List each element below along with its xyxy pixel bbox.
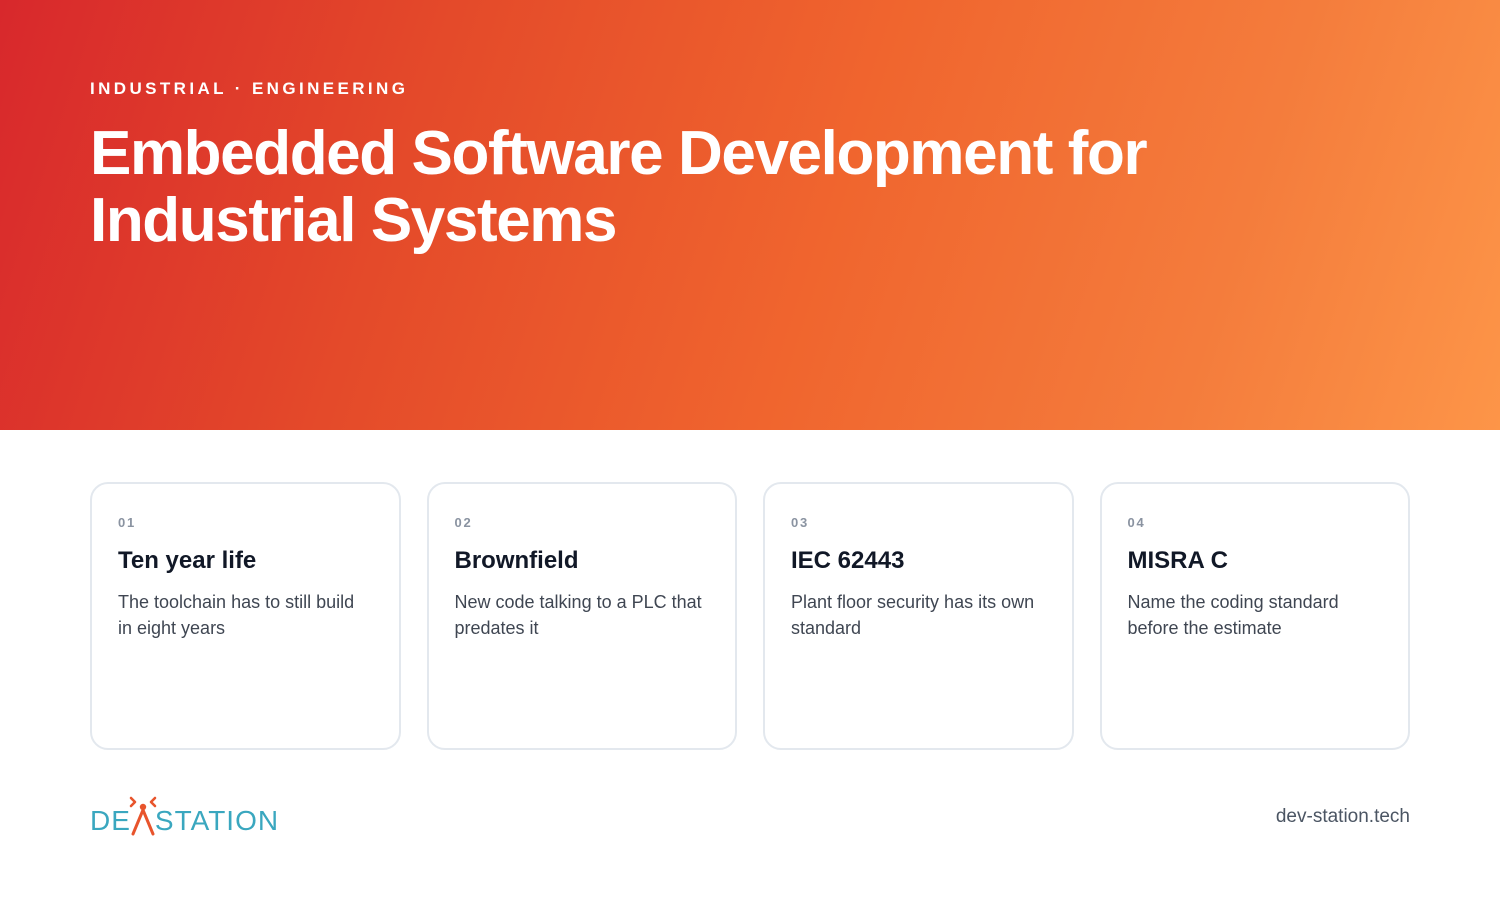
feature-card: 01 Ten year life The toolchain has to st… [90, 482, 401, 750]
card-number: 03 [791, 515, 810, 530]
page: INDUSTRIAL · ENGINEERING Embedded Softwa… [0, 0, 1500, 900]
logo-text-left: DE [90, 805, 131, 836]
card-description: Plant floor security has its own standar… [791, 592, 1035, 638]
card-number: 04 [1127, 515, 1146, 530]
site-url[interactable]: dev-station.tech [1276, 806, 1410, 828]
card-description: Name the coding standard before the esti… [1127, 592, 1339, 638]
feature-cards: 01 Ten year life The toolchain has to st… [90, 482, 1410, 750]
card-description: New code talking to a PLC that predates … [454, 592, 702, 638]
page-title: Embedded Software Development for Indust… [90, 119, 1148, 255]
card-number: 01 [118, 515, 137, 530]
logo-wordmark: DE STATION [90, 806, 279, 836]
hero-banner: INDUSTRIAL · ENGINEERING Embedded Softwa… [0, 0, 1500, 430]
devstation-x-logo-icon [129, 796, 157, 836]
card-description: The toolchain has to still build in eigh… [118, 592, 355, 638]
category-eyebrow: INDUSTRIAL · ENGINEERING [90, 79, 409, 98]
devstation-logo[interactable]: DE STATION [90, 792, 290, 836]
feature-card: 03 IEC 62443 Plant floor security has it… [763, 482, 1074, 750]
logo-text-right: STATION [154, 805, 280, 836]
feature-card: 02 Brownfield New code talking to a PLC … [426, 482, 737, 750]
card-title: Brownfield [454, 547, 579, 574]
card-title: MISRA C [1127, 547, 1228, 574]
card-title: Ten year life [118, 547, 257, 574]
feature-card: 04 MISRA C Name the coding standard befo… [1099, 482, 1410, 750]
card-title: IEC 62443 [791, 547, 905, 574]
card-number: 02 [454, 515, 473, 530]
